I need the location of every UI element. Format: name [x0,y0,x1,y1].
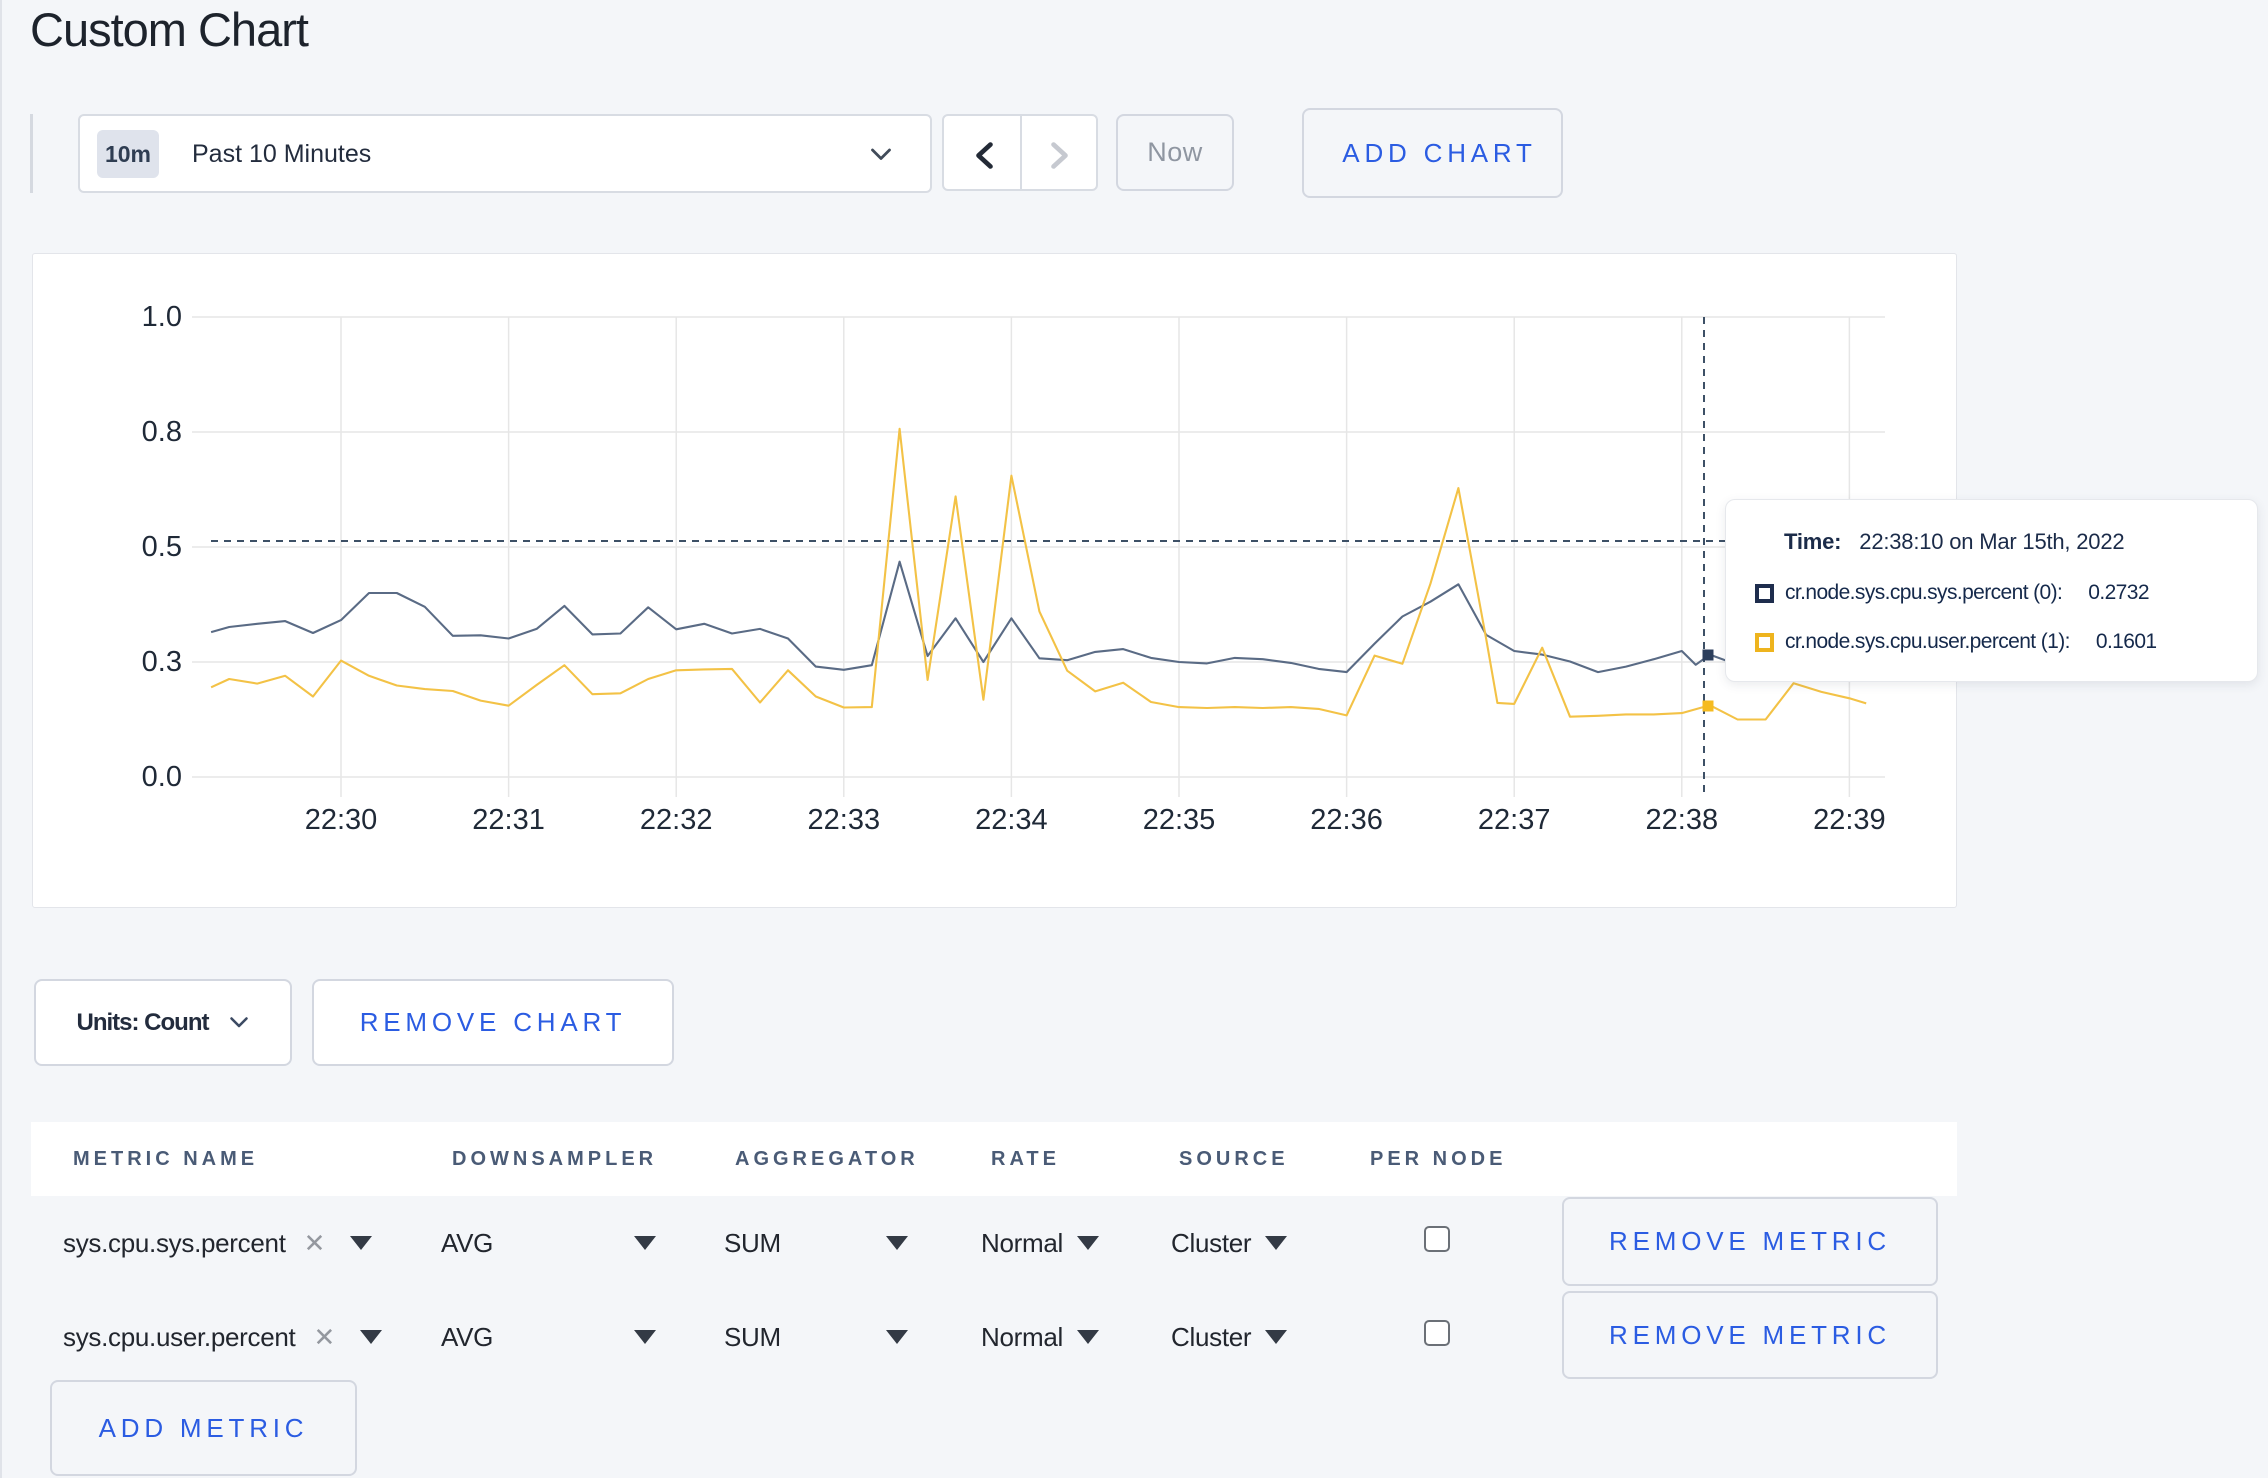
svg-text:22:30: 22:30 [305,804,378,836]
svg-text:0.0: 0.0 [142,761,182,793]
svg-text:22:31: 22:31 [472,804,545,836]
svg-text:22:35: 22:35 [1143,804,1216,836]
svg-text:22:36: 22:36 [1310,804,1383,836]
svg-text:0.3: 0.3 [142,646,182,678]
svg-text:22:33: 22:33 [808,804,881,836]
svg-text:1.0: 1.0 [142,301,182,333]
svg-text:22:37: 22:37 [1478,804,1551,836]
svg-text:22:32: 22:32 [640,804,713,836]
svg-text:22:34: 22:34 [975,804,1048,836]
svg-text:22:38: 22:38 [1646,804,1719,836]
svg-text:0.8: 0.8 [142,416,182,448]
svg-text:0.5: 0.5 [142,531,182,563]
svg-text:22:39: 22:39 [1813,804,1886,836]
